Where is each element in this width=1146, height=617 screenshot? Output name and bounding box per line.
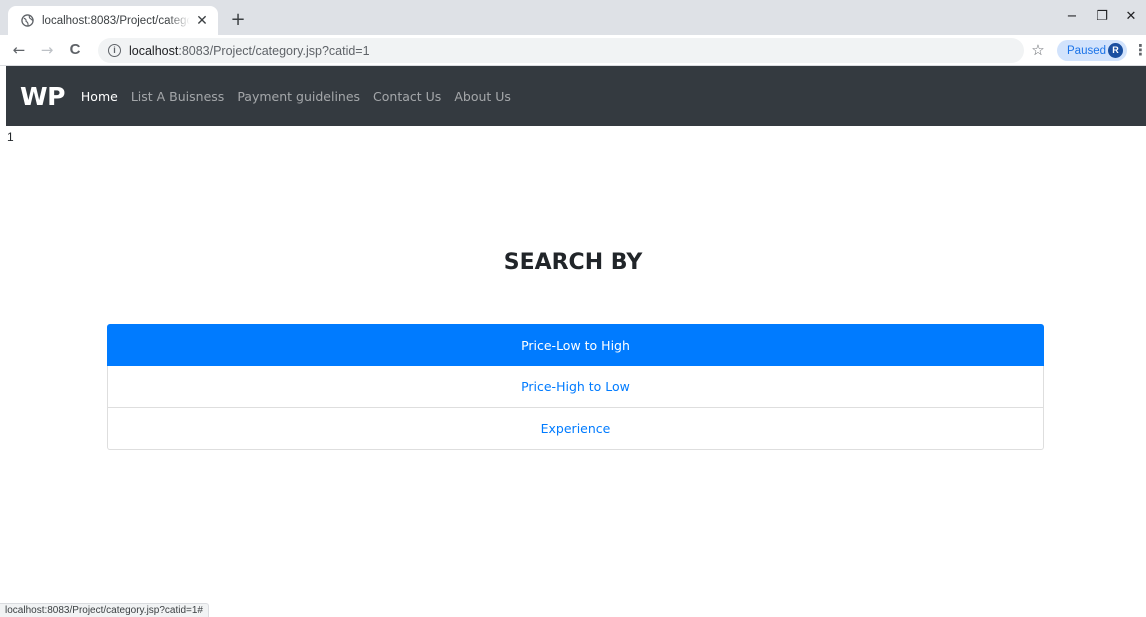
close-window-button[interactable]: ✕ <box>1116 6 1146 28</box>
tab-title: localhost:8083/Project/category.jsp <box>42 14 190 27</box>
browser-toolbar: ← → C i localhost:8083/Project/category.… <box>0 35 1146 66</box>
address-bar[interactable]: i localhost:8083/Project/category.jsp?ca… <box>98 38 1024 63</box>
nav-link-home[interactable]: Home <box>81 89 118 104</box>
kebab-menu-icon[interactable]: ⋮ <box>1133 39 1146 61</box>
status-bar-url: localhost:8083/Project/category.jsp?cati… <box>0 603 209 617</box>
url-text: localhost:8083/Project/category.jsp?cati… <box>129 44 370 58</box>
browser-tab[interactable]: localhost:8083/Project/category.jsp ✕ <box>8 6 218 35</box>
brand-logo[interactable]: WP <box>20 82 65 111</box>
minimize-window-button[interactable]: − <box>1057 6 1087 28</box>
info-icon[interactable]: i <box>108 44 121 57</box>
avatar: R <box>1108 43 1123 58</box>
paused-label: Paused <box>1067 44 1107 57</box>
close-tab-icon[interactable]: ✕ <box>194 13 210 29</box>
nav-link-payment-guidelines[interactable]: Payment guidelines <box>237 89 360 104</box>
sort-option-price-low-high[interactable]: Price-Low to High <box>107 324 1044 366</box>
tab-strip: localhost:8083/Project/category.jsp ✕ + … <box>0 0 1146 35</box>
new-tab-button[interactable]: + <box>228 10 248 30</box>
nav-link-list-business[interactable]: List A Buisness <box>131 89 224 104</box>
forward-button[interactable]: → <box>36 39 58 61</box>
page-number-text: 1 <box>7 130 14 144</box>
restore-window-button[interactable]: ❐ <box>1087 6 1117 28</box>
url-host: localhost <box>129 43 179 58</box>
nav-link-contact-us[interactable]: Contact Us <box>373 89 441 104</box>
sort-option-experience[interactable]: Experience <box>107 408 1044 450</box>
reload-button[interactable]: C <box>64 39 86 61</box>
globe-icon <box>20 14 34 28</box>
nav-link-about-us[interactable]: About Us <box>454 89 511 104</box>
back-button[interactable]: ← <box>8 39 30 61</box>
page-title: SEARCH BY <box>503 250 643 275</box>
sort-options-list: Price-Low to High Price-High to Low Expe… <box>107 324 1044 450</box>
profile-paused-chip[interactable]: Paused R <box>1057 40 1127 61</box>
site-navbar: WP Home List A Buisness Payment guidelin… <box>6 66 1146 126</box>
star-icon[interactable]: ☆ <box>1028 40 1048 60</box>
url-path: :8083/Project/category.jsp?catid=1 <box>178 43 370 58</box>
sort-option-price-high-low[interactable]: Price-High to Low <box>107 366 1044 408</box>
